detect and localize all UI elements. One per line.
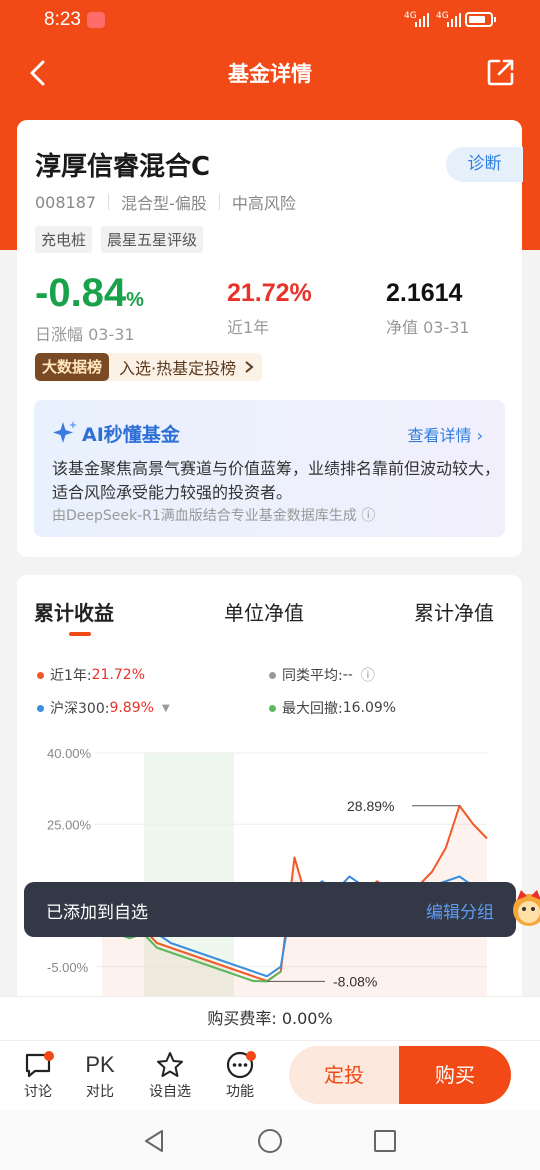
function-label: 功能 — [226, 1084, 254, 1100]
share-icon[interactable] — [486, 57, 516, 87]
ai-source-text: 由DeepSeek-R1满血版结合专业基金数据库生成 — [52, 508, 357, 524]
max-return-annotation: 28.89% — [347, 798, 394, 814]
tab-cumulative-return[interactable]: 累计收益 — [34, 597, 114, 626]
legend-index[interactable]: 沪深300: 9.89% ▼ — [37, 698, 170, 718]
tab-cumulative-nav[interactable]: 累计净值 — [414, 597, 494, 626]
nav-stat: 2.1614 净值 03-31 — [386, 266, 470, 338]
fund-info-card: 淳厚信睿混合C 诊断 008187 混合型-偏股 中高风险 充电桩 晨星五星评级… — [17, 120, 523, 557]
daily-change-stat: -0.84% 日涨幅 03-31 — [35, 266, 144, 345]
system-nav-bar — [0, 1110, 540, 1170]
nav-value: 2.1614 — [386, 279, 463, 307]
ai-title: AI秒懂基金 — [82, 424, 180, 446]
battery-icon — [465, 12, 496, 27]
max-drawdown-annotation: -8.08% — [333, 973, 377, 989]
fund-risk: 中高风险 — [231, 194, 296, 213]
toast-message: 已添加到自选 — [46, 903, 148, 923]
nav-label: 净值 03-31 — [386, 318, 470, 337]
fund-code: 008187 — [35, 192, 97, 212]
ai-details-label: 查看详情 — [407, 426, 472, 445]
top-navbar: 基金详情 — [0, 48, 540, 98]
nav-home-icon[interactable] — [257, 1128, 283, 1154]
discuss-label: 讨论 — [24, 1084, 52, 1100]
legend-fund-value: 21.72% — [91, 667, 146, 683]
performance-card: 累计收益 单位净值 累计净值 近1年: 21.72% 同类平均: -- ⓘ 沪深30… — [17, 575, 522, 1005]
fund-tags: 充电桩 晨星五星评级 — [35, 226, 204, 253]
legend-drawdown: 最大回撤: 16.09% — [269, 698, 396, 718]
purchase-fee: 购买费率: 0.00% — [0, 996, 540, 1040]
bottom-action-bar: 讨论 PK 对比 设自选 功能 定投 购买 — [0, 1040, 540, 1110]
year-return-stat: 21.72% 近1年 — [227, 266, 312, 338]
compare-button[interactable]: PK 对比 — [70, 1049, 130, 1101]
legend-index-value: 9.89% — [109, 700, 154, 716]
legend-fund: 近1年: 21.72% — [37, 665, 145, 685]
fund-meta: 008187 混合型-偏股 中高风险 — [35, 190, 296, 214]
add-watchlist-label: 设自选 — [149, 1084, 191, 1100]
active-tab-indicator — [69, 632, 91, 636]
legend-peer-value: -- — [342, 667, 353, 683]
daily-change-value: -0.84 — [35, 271, 127, 315]
fund-name: 淳厚信睿混合C — [35, 152, 211, 182]
mascot-icon[interactable] — [511, 884, 540, 934]
daily-change-label: 日涨幅 03-31 — [35, 325, 135, 344]
ai-description: 该基金聚焦高景气赛道与价值蓝筹，业绩排名靠前但波动较大，适合风险承受能力较强的投… — [52, 459, 501, 502]
rank-badge[interactable]: 大数据榜 入选·热基定投榜 — [35, 353, 263, 381]
nav-recent-icon[interactable] — [373, 1129, 397, 1153]
rank-text: 入选·热基定投榜 — [119, 359, 237, 378]
page-title: 基金详情 — [228, 62, 312, 86]
status-bar: 8:23 4G 4G — [0, 0, 540, 40]
fund-category: 混合型-偏股 — [121, 194, 207, 213]
return-chart[interactable]: 40.00%25.00%10.00%-5.00%28.89%-8.08% — [17, 725, 522, 1005]
nav-back-icon[interactable] — [143, 1129, 165, 1153]
peer-info-icon[interactable]: ⓘ — [361, 665, 375, 685]
legend-index-label: 沪深300: — [50, 701, 110, 717]
buy-button[interactable]: 购买 — [399, 1046, 511, 1104]
edit-group-link[interactable]: 编辑分组 — [426, 898, 494, 923]
daily-change-unit: % — [126, 289, 144, 311]
signal-icon-2 — [447, 13, 461, 27]
legend-fund-label: 近1年: — [50, 668, 92, 684]
year-return-value: 21.72% — [227, 279, 312, 307]
info-icon[interactable]: ⓘ — [361, 508, 375, 524]
ai-details-link[interactable]: 查看详情 › — [408, 422, 484, 446]
sparkle-icon — [53, 421, 77, 443]
legend-peer: 同类平均: -- ⓘ — [269, 665, 375, 685]
discuss-button[interactable]: 讨论 — [8, 1049, 68, 1101]
caret-down-icon: ▼ — [161, 702, 170, 714]
y-tick-label: -5.00% — [47, 960, 89, 975]
status-time: 8:23 — [44, 9, 81, 30]
signal-icon-1 — [415, 13, 429, 27]
add-watchlist-button[interactable]: 设自选 — [140, 1049, 200, 1101]
legend-peer-label: 同类平均: — [282, 668, 343, 684]
star-icon — [157, 1052, 183, 1077]
tag-morningstar[interactable]: 晨星五星评级 — [101, 226, 204, 253]
big-data-rank-label: 大数据榜 — [35, 353, 110, 381]
ai-summary-box[interactable]: AI秒懂基金 查看详情 › 该基金聚焦高景气赛道与价值蓝筹，业绩排名靠前但波动较… — [34, 400, 505, 537]
pk-icon: PK — [85, 1052, 115, 1077]
tab-unit-nav[interactable]: 单位净值 — [224, 597, 304, 626]
sip-button[interactable]: 定投 — [289, 1046, 399, 1104]
ai-source: 由DeepSeek-R1满血版结合专业基金数据库生成 ⓘ — [52, 505, 375, 525]
diagnose-button[interactable]: 诊断 — [446, 147, 523, 182]
legend-drawdown-label: 最大回撤: — [282, 701, 343, 717]
legend-drawdown-value: 16.09% — [342, 700, 397, 716]
chevron-right-icon — [245, 361, 254, 373]
y-tick-label: 25.00% — [47, 817, 92, 832]
y-tick-label: 40.00% — [47, 746, 92, 761]
function-button[interactable]: 功能 — [210, 1049, 270, 1101]
toast: 已添加到自选 编辑分组 — [24, 882, 516, 937]
compare-label: 对比 — [86, 1084, 114, 1100]
tag-charging-pile[interactable]: 充电桩 — [35, 226, 93, 253]
notification-icon — [87, 12, 105, 28]
